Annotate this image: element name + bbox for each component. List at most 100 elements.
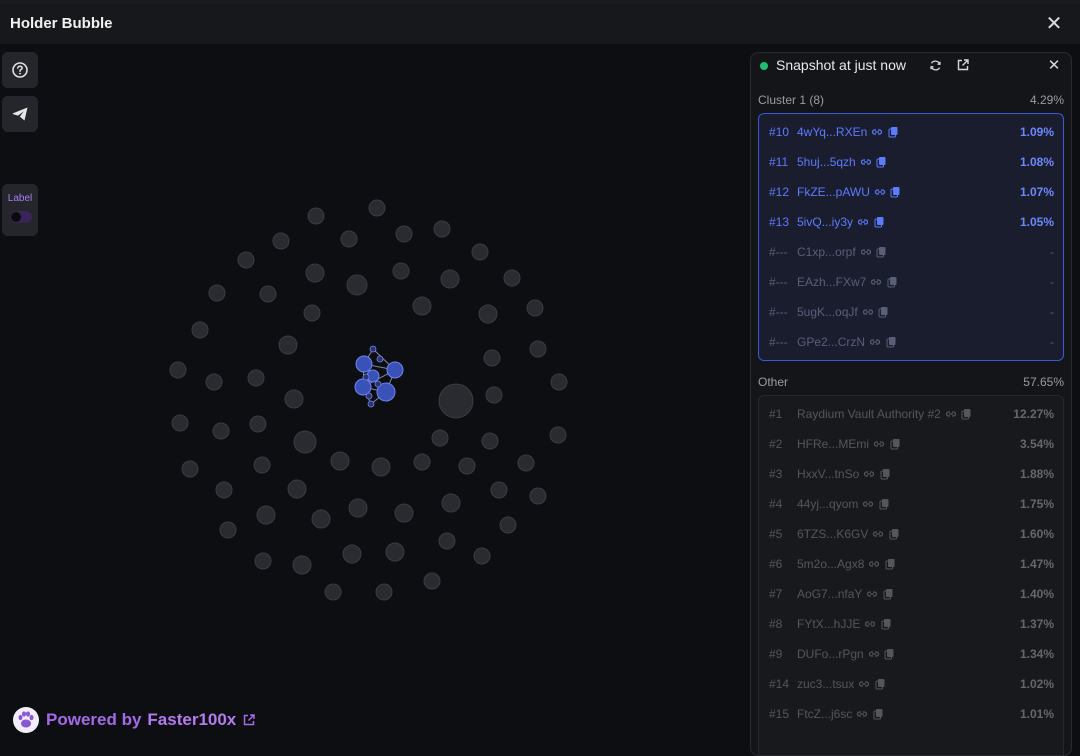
link-icon[interactable]	[857, 216, 869, 228]
holder-bubble[interactable]	[550, 373, 568, 391]
holder-bubble[interactable]	[307, 207, 325, 225]
holder-bubble[interactable]	[212, 422, 230, 440]
holder-bubble[interactable]	[181, 460, 199, 478]
link-icon[interactable]	[856, 708, 868, 720]
copy-icon[interactable]	[876, 246, 888, 258]
holder-bubble[interactable]	[305, 263, 325, 283]
panel-close-icon[interactable]: ✕	[1046, 57, 1062, 74]
holder-bubble[interactable]	[440, 269, 460, 289]
holder-bubble[interactable]	[249, 415, 267, 433]
link-icon[interactable]	[863, 468, 875, 480]
copy-icon[interactable]	[885, 336, 897, 348]
holder-bubble[interactable]	[293, 430, 317, 454]
bubble-canvas[interactable]: Label Powered by Faster100x	[0, 44, 748, 756]
holder-address[interactable]: FYtX...hJJE	[797, 617, 860, 631]
holder-row[interactable]: #--- GPe2...CrzN -	[759, 327, 1063, 357]
copy-icon[interactable]	[884, 558, 896, 570]
holder-address[interactable]: Raydium Vault Authority #2	[797, 407, 941, 421]
holder-bubble[interactable]	[330, 451, 350, 471]
cluster-bubble-small[interactable]	[374, 380, 382, 388]
cluster-bubble[interactable]	[354, 378, 372, 396]
link-icon[interactable]	[862, 306, 874, 318]
holder-address[interactable]: HFRe...MEmi	[797, 437, 869, 451]
close-icon[interactable]: ✕	[1042, 12, 1066, 36]
holder-bubble[interactable]	[284, 389, 304, 409]
copy-icon[interactable]	[890, 186, 902, 198]
link-icon[interactable]	[864, 618, 876, 630]
holder-bubble[interactable]	[438, 383, 474, 419]
holder-bubble[interactable]	[247, 369, 265, 387]
link-icon[interactable]	[860, 246, 872, 258]
holder-bubble[interactable]	[256, 505, 276, 525]
cluster-bubble-small[interactable]	[367, 400, 375, 408]
holder-address[interactable]: GPe2...CrzN	[797, 335, 865, 349]
holder-bubble[interactable]	[368, 199, 386, 217]
cluster-bubble-small[interactable]	[369, 345, 377, 353]
holder-address[interactable]: 4wYq...RXEn	[797, 125, 867, 139]
holder-address[interactable]: 5m2o...Agx8	[797, 557, 864, 571]
holder-bubble[interactable]	[371, 457, 391, 477]
holder-row[interactable]: #6 5m2o...Agx8 1.47%	[759, 549, 1063, 579]
holder-row[interactable]: #--- 5ugK...oqJf -	[759, 297, 1063, 327]
copy-icon[interactable]	[961, 408, 973, 420]
holder-bubble[interactable]	[169, 361, 187, 379]
cluster-bubble-small[interactable]	[362, 373, 370, 381]
holder-bubble[interactable]	[375, 583, 393, 601]
holder-bubble[interactable]	[219, 521, 237, 539]
holder-bubble[interactable]	[392, 262, 410, 280]
holder-bubble[interactable]	[254, 552, 272, 570]
link-icon[interactable]	[874, 186, 886, 198]
holder-bubble[interactable]	[473, 547, 491, 565]
link-icon[interactable]	[860, 156, 872, 168]
link-icon[interactable]	[873, 438, 885, 450]
holder-bubble[interactable]	[490, 481, 508, 499]
copy-icon[interactable]	[882, 588, 894, 600]
holder-bubble[interactable]	[478, 304, 498, 324]
holder-row[interactable]: #--- C1xp...orpf -	[759, 237, 1063, 267]
holder-address[interactable]: EAzh...FXw7	[797, 275, 866, 289]
holder-bubble[interactable]	[342, 544, 362, 564]
holder-row[interactable]: #7 AoG7...nfaY 1.40%	[759, 579, 1063, 609]
holder-bubble[interactable]	[340, 230, 358, 248]
holder-bubble[interactable]	[278, 335, 298, 355]
holder-bubble[interactable]	[529, 487, 547, 505]
holder-address[interactable]: zuc3...tsux	[797, 677, 854, 691]
holder-bubble[interactable]	[413, 453, 431, 471]
holder-row[interactable]: #4 44yj...qyom 1.75%	[759, 489, 1063, 519]
holder-bubble[interactable]	[208, 284, 226, 302]
holder-bubble[interactable]	[458, 457, 476, 475]
holder-address[interactable]: 5ivQ...iy3y	[797, 215, 853, 229]
copy-icon[interactable]	[884, 648, 896, 660]
link-icon[interactable]	[866, 588, 878, 600]
holder-row[interactable]: #--- EAzh...FXw7 -	[759, 267, 1063, 297]
holder-bubble[interactable]	[253, 456, 271, 474]
holder-bubble[interactable]	[395, 225, 413, 243]
holder-bubble[interactable]	[385, 542, 405, 562]
holder-row[interactable]: #10 4wYq...RXEn 1.09%	[759, 117, 1063, 147]
holder-row[interactable]: #13 5ivQ...iy3y 1.05%	[759, 207, 1063, 237]
link-icon[interactable]	[872, 528, 884, 540]
link-icon[interactable]	[858, 678, 870, 690]
holder-bubble[interactable]	[483, 349, 501, 367]
holder-bubble[interactable]	[259, 285, 277, 303]
holder-bubble[interactable]	[348, 498, 368, 518]
holder-row[interactable]: #12 FkZE...pAWU 1.07%	[759, 177, 1063, 207]
copy-icon[interactable]	[887, 126, 899, 138]
holder-bubble[interactable]	[471, 243, 489, 261]
cluster-bubble-small[interactable]	[365, 392, 373, 400]
link-icon[interactable]	[868, 558, 880, 570]
link-icon[interactable]	[871, 126, 883, 138]
holder-bubble[interactable]	[287, 479, 307, 499]
holder-bubble[interactable]	[311, 509, 331, 529]
holder-bubble[interactable]	[171, 414, 189, 432]
copy-icon[interactable]	[874, 678, 886, 690]
holder-address[interactable]: C1xp...orpf	[797, 245, 856, 259]
holder-bubble[interactable]	[237, 251, 255, 269]
holder-row[interactable]: #2 HFRe...MEmi 3.54%	[759, 429, 1063, 459]
holder-address[interactable]: HxxV...tnSo	[797, 467, 859, 481]
holder-row[interactable]: #1 Raydium Vault Authority #2 12.27%	[759, 399, 1063, 429]
holder-bubble[interactable]	[526, 299, 544, 317]
link-icon[interactable]	[870, 276, 882, 288]
copy-icon[interactable]	[879, 468, 891, 480]
holder-address[interactable]: FkZE...pAWU	[797, 185, 870, 199]
